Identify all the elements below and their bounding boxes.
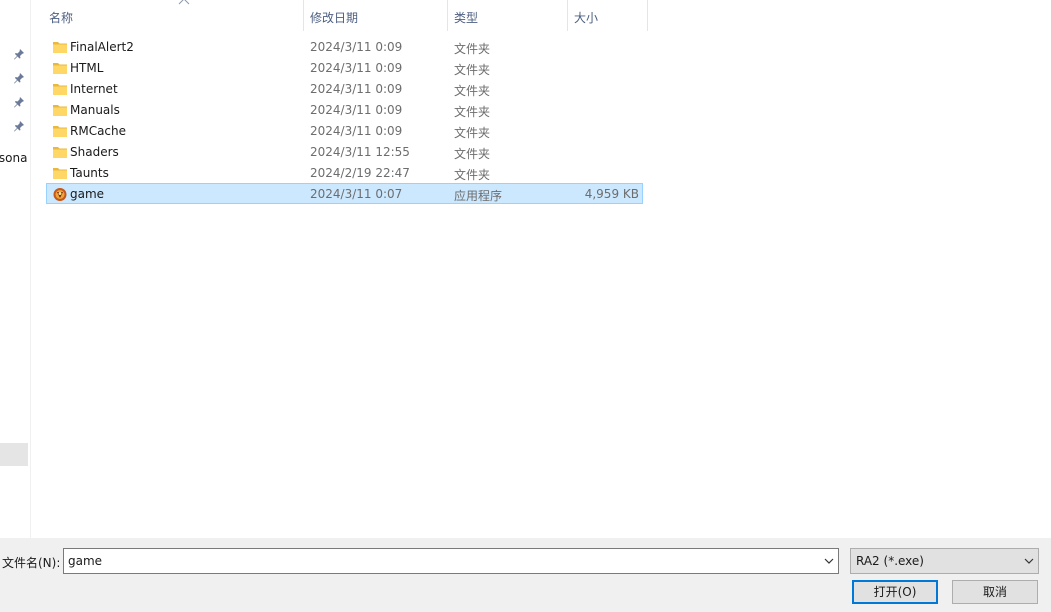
folder-icon [52,60,68,76]
column-header-date[interactable]: 修改日期 [304,0,448,31]
column-header-type[interactable]: 类型 [448,0,568,31]
folder-icon [52,144,68,160]
pin-icon[interactable] [13,72,25,84]
file-date: 2024/2/19 22:47 [310,166,410,180]
file-type: 文件夹 [454,147,491,161]
folder-icon [52,123,68,139]
file-date: 2024/3/11 0:09 [310,124,403,138]
folder-icon [52,102,68,118]
file-row[interactable]: Taunts 2024/2/19 22:47 文件夹 [46,162,643,183]
open-button[interactable]: 打开(O) [852,580,938,604]
filename-combobox[interactable] [63,548,839,574]
filename-label: 文件名(N): [2,556,61,570]
file-name: Shaders [70,145,119,159]
file-row[interactable]: Internet 2024/3/11 0:09 文件夹 [46,78,643,99]
file-type: 文件夹 [454,42,491,56]
pin-icon[interactable] [13,120,25,132]
filename-input[interactable] [64,549,814,573]
file-date: 2024/3/11 12:55 [310,145,410,159]
column-header-name[interactable]: 名称 [43,0,304,31]
file-row[interactable]: Shaders 2024/3/11 12:55 文件夹 [46,141,643,162]
file-type: 文件夹 [454,126,491,140]
file-date: 2024/3/11 0:09 [310,103,403,117]
file-row[interactable]: HTML 2024/3/11 0:09 文件夹 [46,57,643,78]
column-header-name-label: 名称 [49,11,74,25]
file-name: FinalAlert2 [70,40,134,54]
sort-ascending-icon [178,0,190,5]
file-type: 应用程序 [454,189,503,203]
file-name: HTML [70,61,104,75]
chevron-down-icon [1024,557,1034,565]
file-name: Internet [70,82,118,96]
folder-icon [52,39,68,55]
column-header-type-label: 类型 [454,11,479,25]
file-name: Taunts [70,166,109,180]
dialog-footer: 文件名(N): RA2 (*.exe) 打开(O) 取消 [0,538,1051,612]
file-row[interactable]: Manuals 2024/3/11 0:09 文件夹 [46,99,643,120]
file-type: 文件夹 [454,105,491,119]
cancel-button[interactable]: 取消 [952,580,1038,604]
column-header-date-label: 修改日期 [310,11,359,25]
filetype-label: RA2 (*.exe) [856,554,924,568]
file-name: Manuals [70,103,120,117]
folder-icon [52,165,68,181]
file-name: game [70,187,105,201]
nav-item-label[interactable]: rsona [0,151,28,165]
column-header-size-label: 大小 [574,11,599,25]
file-date: 2024/3/11 0:07 [310,187,403,201]
pin-icon[interactable] [13,48,25,60]
file-date: 2024/3/11 0:09 [310,61,403,75]
nav-item-selected[interactable] [0,443,28,466]
column-header-size[interactable]: 大小 [568,0,648,31]
file-date: 2024/3/11 0:09 [310,40,403,54]
game-app-icon [52,186,68,202]
file-list[interactable]: 名称 修改日期 类型 大小 FinalAlert2 2024/3/11 0:09 文… [31,0,1051,538]
filetype-select[interactable]: RA2 (*.exe) [850,548,1039,574]
pin-icon[interactable] [13,96,25,108]
file-name: RMCache [70,124,127,138]
chevron-down-icon[interactable] [824,557,834,565]
file-row[interactable]: RMCache 2024/3/11 0:09 文件夹 [46,120,643,141]
file-type: 文件夹 [454,84,491,98]
file-type: 文件夹 [454,63,491,77]
file-row[interactable]: game 2024/3/11 0:07 应用程序 4,959 KB [46,183,643,204]
file-size: 4,959 KB [584,187,639,201]
folder-icon [52,81,68,97]
file-row[interactable]: FinalAlert2 2024/3/11 0:09 文件夹 [46,36,643,57]
file-date: 2024/3/11 0:09 [310,82,403,96]
navigation-pane[interactable]: rsona [0,0,31,538]
file-type: 文件夹 [454,168,491,182]
